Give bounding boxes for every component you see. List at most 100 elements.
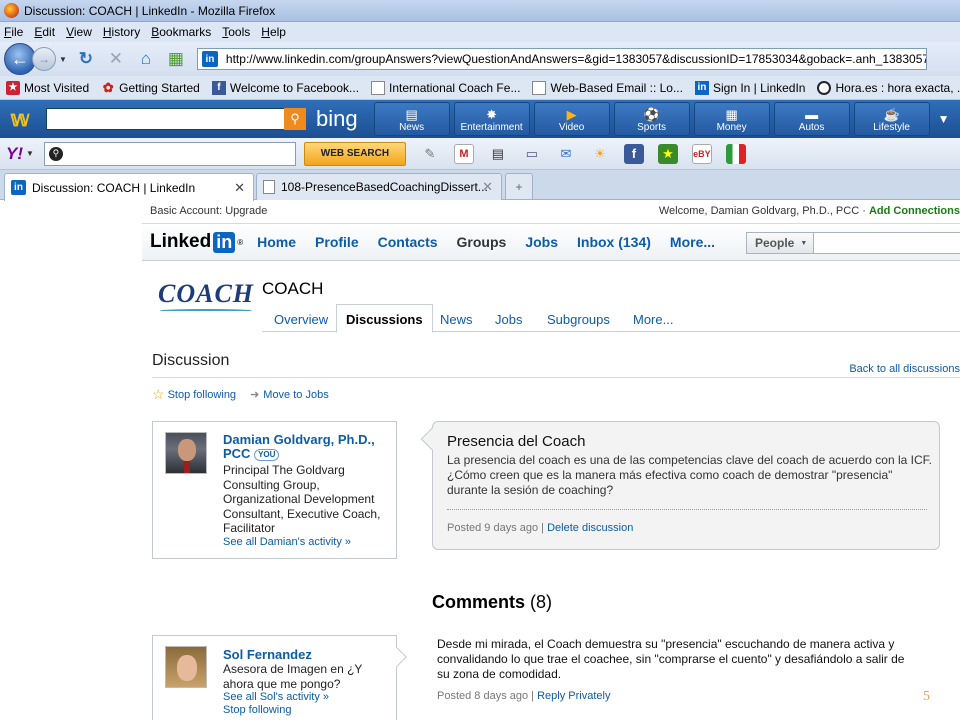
nav-contacts[interactable]: Contacts [378,234,438,250]
tab-linkedin-discussion[interactable]: in Discussion: COACH | LinkedIn ✕ [4,173,254,201]
group-logo[interactable]: COACH [158,279,254,315]
close-tab-icon[interactable]: ✕ [234,180,245,196]
nav-jobs[interactable]: Jobs [525,234,558,250]
author-activity-link[interactable]: See all Damian's activity » [223,536,351,548]
bookmark-most-visited[interactable]: ★ Most Visited [6,80,89,95]
envelope-icon[interactable]: ✉ [556,144,576,164]
home-icon[interactable]: ⌂ [135,48,157,70]
comments-heading: Comments (8) [432,592,552,613]
tab-pdf-dissertation[interactable]: 108-PresenceBasedCoachingDissert... ✕ [256,173,502,200]
linkedin-favicon-icon: in [11,180,26,195]
bing-more-icon[interactable]: ▼ [938,112,950,126]
stop-icon[interactable]: ✕ [105,48,127,70]
account-type[interactable]: Basic Account: Upgrade [150,205,267,217]
people-search-input[interactable] [813,232,960,254]
stop-following-link[interactable]: Stop following [168,389,237,401]
tab-news[interactable]: News [440,312,473,327]
yahoo-menu-icon[interactable]: ▼ [26,149,34,158]
bookmarks-toolbar: ★ Most Visited ✿ Getting Started f Welco… [0,76,960,100]
delete-discussion-link[interactable]: Delete discussion [547,522,633,534]
forward-button[interactable]: → [32,47,56,71]
new-tab-button[interactable]: + [505,173,533,199]
tab-discussions[interactable]: Discussions [336,304,433,333]
tab-label: Discussion: COACH | LinkedIn [32,180,196,195]
bing-tab-sports[interactable]: ⚽ Sports [613,102,690,136]
yahoo-search-input[interactable]: ⚲ [43,141,296,166]
commenter-name[interactable]: Sol Fernandez [223,647,312,662]
menu-edit[interactable]: Edit [34,25,55,39]
bookmark-web-email[interactable]: Web-Based Email :: Lo... [532,80,683,95]
yahoo-logo[interactable]: Y! [6,144,23,164]
welcome-message: Welcome, Damian Goldvarg, Ph.D., PCC · A… [659,205,960,217]
briefcase-icon: ➜ [250,389,260,401]
avatar[interactable] [165,432,207,474]
tab-overview[interactable]: Overview [274,312,328,327]
games-icon[interactable]: ★ [657,143,678,164]
discussion-title: Presencia del Coach [447,433,586,450]
tab-more[interactable]: More... [633,312,673,327]
mail-icon[interactable]: M [453,143,474,164]
comment-stop-following-link[interactable]: Stop following [223,704,329,717]
nav-profile[interactable]: Profile [315,234,359,250]
menu-view[interactable]: View [66,25,92,39]
pencil-icon[interactable]: ✎ [420,144,440,164]
group-name[interactable]: COACH [262,279,323,299]
bookmark-linkedin[interactable]: in Sign In | LinkedIn [694,80,805,95]
bing-tab-money[interactable]: ▦ Money [693,102,770,136]
bing-tab-video[interactable]: ▶ Video [533,102,610,136]
bing-search-icon[interactable]: ⚲ [284,108,306,130]
video-clapper-icon[interactable]: ▤ [488,144,508,164]
move-to-jobs-link[interactable]: Move to Jobs [263,389,328,401]
coffee-cup-icon: ☕ [883,107,900,122]
menu-help[interactable]: Help [261,25,286,39]
menu-bar: File Edit View History Bookmarks Tools H… [0,22,960,42]
bing-tab-entertainment[interactable]: ✸ Entertainment [453,102,530,136]
nav-home[interactable]: Home [257,234,296,250]
author-name-link[interactable]: Damian Goldvarg, Ph.D., PCC [223,432,375,461]
back-arrow-icon: ← [11,48,29,69]
clock-icon [817,80,832,95]
menu-file[interactable]: File [4,25,23,39]
nav-groups[interactable]: Groups [457,234,507,250]
linkedin-logo[interactable]: Linked in ® [150,231,243,253]
reply-privately-link[interactable]: Reply Privately [537,690,610,702]
reload-icon[interactable]: ↻ [75,48,97,70]
bing-tab-label: Lifestyle [873,122,910,133]
search-scope-select[interactable]: People ▼ [746,232,814,254]
facebook-icon[interactable]: f [623,143,644,164]
flag-icon[interactable] [725,143,746,164]
commenter-activity-link[interactable]: See all Sol's activity » [223,691,329,704]
close-tab-icon[interactable]: ✕ [482,179,493,195]
tab-subgroups[interactable]: Subgroups [547,312,610,327]
bookmark-hora[interactable]: Hora.es : hora exacta, ... [817,80,960,95]
welcome-text: Welcome, Damian Goldvarg, Ph.D., PCC [658,205,860,217]
bookmark-icf[interactable]: International Coach Fe... [371,80,520,95]
web-search-button[interactable]: WEB SEARCH [303,141,406,166]
bookmark-facebook[interactable]: f Welcome to Facebook... [211,80,359,95]
bing-tab-lifestyle[interactable]: ☕ Lifestyle [853,102,930,136]
menu-history[interactable]: History [103,25,140,39]
bing-search-input[interactable] [46,108,306,130]
bookmark-add-icon[interactable]: ▦ [165,48,187,70]
bing-tab-autos[interactable]: ▬ Autos [773,102,850,136]
bing-tab-news[interactable]: ▤ News [373,102,450,136]
bookmark-getting-started[interactable]: ✿ Getting Started [101,80,200,95]
nav-inbox[interactable]: Inbox (134) [577,234,651,250]
add-connections-link[interactable]: Add Connections [869,205,960,217]
most-visited-icon: ★ [6,80,20,95]
window-titlebar: Discussion: COACH | LinkedIn - Mozilla F… [0,0,960,22]
back-to-discussions-link[interactable]: Back to all discussions [849,363,960,375]
ebay-icon[interactable]: eBY [691,143,712,164]
documents-icon[interactable]: ▭ [522,144,542,164]
menu-tools[interactable]: Tools [222,25,250,39]
menu-bookmarks[interactable]: Bookmarks [151,25,211,39]
discussion-heading: Discussion [152,352,230,369]
nav-more[interactable]: More... [670,234,715,250]
history-dropdown-icon[interactable]: ▼ [59,55,67,64]
address-bar[interactable]: in http://www.linkedin.com/groupAnswers?… [196,48,927,70]
tab-jobs[interactable]: Jobs [495,312,522,327]
weather-icon[interactable]: ☀ [590,144,610,164]
avatar[interactable] [165,646,207,688]
yahoo-toolbar: Y! ▼ ⚲ WEB SEARCH ✎ M ▤ ▭ ✉ ☀ f ★ eBY [0,138,960,170]
you-badge: YOU [254,448,280,461]
